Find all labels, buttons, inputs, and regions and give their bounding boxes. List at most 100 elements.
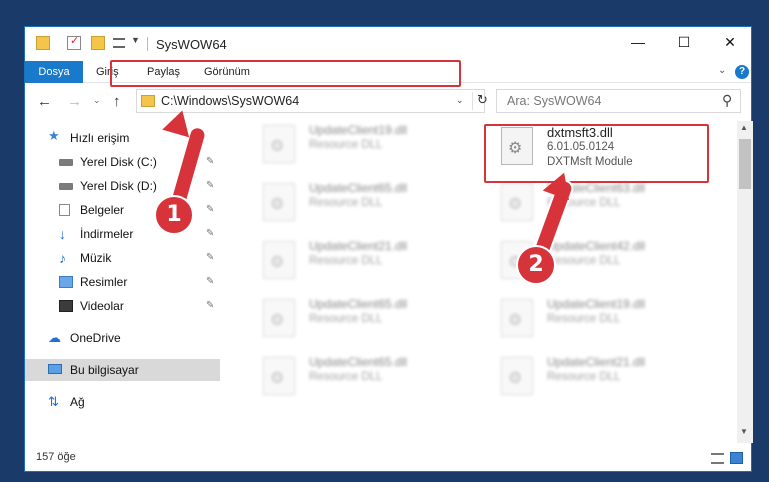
pin-icon[interactable]: ✎: [206, 151, 214, 173]
file-type: Resource DLL: [547, 313, 621, 325]
file-name: UpdateClient65.dll: [309, 297, 408, 311]
divider: [147, 37, 148, 51]
step-badge-2: 2: [516, 245, 556, 285]
file-name: UpdateClient65.dll: [309, 181, 408, 195]
file-item[interactable]: UpdateClient65.dll Resource DLL: [253, 353, 473, 401]
recent-locations-icon[interactable]: ⌄: [93, 95, 101, 106]
customize-toolbar-icon[interactable]: ▼: [131, 35, 141, 49]
status-bar: 157 öğe: [25, 447, 751, 471]
large-icons-view-icon[interactable]: [730, 452, 743, 464]
title-bar: ▼ SysWOW64 — ☐ ✕: [25, 27, 751, 61]
address-highlight-box: [110, 60, 461, 87]
file-type: Resource DLL: [309, 197, 383, 209]
expand-ribbon-icon[interactable]: ⌄: [718, 65, 726, 76]
dll-file-icon: [263, 357, 295, 395]
sidebar-item-downloads[interactable]: ↓ İndirmeler ✎: [25, 223, 220, 245]
file-item[interactable]: UpdateClient63.dll Resource DLL: [491, 179, 711, 227]
file-name: UpdateClient42.dll: [547, 239, 646, 253]
step-badge-1: 1: [154, 195, 194, 235]
navigation-bar: ← → ⌄ ↑ C:\Windows\SysWOW64 ⌄ ↻ Ara: Sys…: [25, 84, 751, 118]
download-icon: ↓: [59, 226, 66, 242]
star-icon: ★: [48, 128, 60, 143]
file-item[interactable]: UpdateClient21.dll Resource DLL: [253, 237, 473, 285]
network-icon: ⇅: [48, 394, 59, 409]
file-type: Resource DLL: [547, 371, 621, 383]
file-type: Resource DLL: [309, 139, 383, 151]
properties-icon[interactable]: [67, 34, 81, 50]
file-item[interactable]: UpdateClient19.dll Resource DLL: [253, 121, 473, 169]
help-icon[interactable]: ?: [735, 65, 749, 79]
sidebar-item-music[interactable]: ♪ Müzik ✎: [25, 247, 220, 269]
sidebar-item-label: Yerel Disk (D:): [80, 179, 157, 193]
dll-file-icon: [501, 183, 533, 221]
disk-icon: [59, 159, 73, 166]
address-bar[interactable]: C:\Windows\SysWOW64 ⌄ ↻: [136, 89, 488, 113]
forward-button[interactable]: →: [67, 93, 82, 110]
sidebar-item-label: Yerel Disk (C:): [80, 155, 157, 169]
close-button[interactable]: ✕: [707, 27, 753, 57]
sidebar-item-label: Ağ: [70, 395, 85, 409]
address-path[interactable]: C:\Windows\SysWOW64: [161, 94, 299, 108]
document-icon: [59, 204, 70, 216]
cloud-icon: ☁: [48, 330, 61, 345]
search-icon[interactable]: ⚲: [722, 92, 732, 109]
disk-icon: [59, 183, 73, 190]
file-type: Resource DLL: [309, 255, 383, 267]
pin-icon[interactable]: ✎: [206, 199, 214, 221]
search-input[interactable]: Ara: SysWOW64 ⚲: [496, 89, 741, 113]
file-item[interactable]: UpdateClient19.dll Resource DLL: [491, 295, 711, 343]
dll-file-icon: [263, 125, 295, 163]
maximize-button[interactable]: ☐: [661, 27, 707, 57]
sidebar-item-label: Bu bilgisayar: [70, 363, 139, 377]
refresh-button[interactable]: ↻: [472, 92, 492, 110]
new-folder-icon[interactable]: [91, 36, 105, 50]
dll-file-icon: [263, 241, 295, 279]
file-name: UpdateClient65.dll: [309, 355, 408, 369]
pin-icon[interactable]: ✎: [206, 223, 214, 245]
sidebar-item-label: Videolar: [80, 299, 124, 313]
file-item[interactable]: UpdateClient65.dll Resource DLL: [253, 179, 473, 227]
scrollbar-thumb[interactable]: [739, 139, 751, 189]
folder-icon: [36, 36, 50, 50]
pin-icon[interactable]: ✎: [206, 295, 214, 317]
sidebar-item-onedrive[interactable]: ☁ OneDrive: [25, 327, 220, 349]
file-type: Resource DLL: [309, 371, 383, 383]
music-icon: ♪: [59, 250, 66, 266]
folder-icon: [141, 95, 155, 107]
sidebar-item-videos[interactable]: Videolar ✎: [25, 295, 220, 317]
sidebar-item-label: Hızlı erişim: [70, 131, 130, 145]
back-button[interactable]: ←: [37, 93, 52, 110]
file-item[interactable]: UpdateClient21.dll Resource DLL: [491, 353, 711, 401]
file-name: UpdateClient21.dll: [547, 355, 646, 369]
details-view-icon[interactable]: [711, 453, 724, 464]
dll-file-icon: [501, 299, 533, 337]
file-item[interactable]: UpdateClient65.dll Resource DLL: [253, 295, 473, 343]
sidebar-item-label: Müzik: [80, 251, 112, 265]
file-type: Resource DLL: [547, 255, 621, 267]
sidebar-item-label: İndirmeler: [80, 227, 134, 241]
chevron-down-icon[interactable]: ⌄: [456, 95, 464, 106]
scroll-up-icon[interactable]: ▲: [740, 123, 748, 132]
sidebar-item-label: Resimler: [80, 275, 128, 289]
dll-file-icon: [501, 357, 533, 395]
pictures-icon: [59, 276, 73, 288]
window-title: SysWOW64: [156, 37, 227, 52]
pin-icon[interactable]: ✎: [206, 175, 214, 197]
vertical-scrollbar[interactable]: ▲ ▼: [737, 121, 753, 443]
tab-file[interactable]: Dosya: [25, 61, 83, 83]
search-placeholder: Ara: SysWOW64: [507, 94, 602, 108]
pin-icon[interactable]: ✎: [206, 271, 214, 293]
computer-icon: [48, 364, 62, 374]
scroll-down-icon[interactable]: ▼: [740, 427, 748, 436]
file-name: UpdateClient21.dll: [309, 239, 408, 253]
view-icon[interactable]: [113, 38, 125, 48]
sidebar-item-this-pc[interactable]: Bu bilgisayar: [25, 359, 220, 381]
sidebar-item-pictures[interactable]: Resimler ✎: [25, 271, 220, 293]
file-name: UpdateClient19.dll: [547, 297, 646, 311]
up-button[interactable]: ↑: [113, 93, 121, 110]
video-icon: [59, 300, 73, 312]
sidebar-item-network[interactable]: ⇅ Ağ: [25, 391, 220, 413]
file-type: Resource DLL: [309, 313, 383, 325]
minimize-button[interactable]: —: [615, 27, 661, 57]
pin-icon[interactable]: ✎: [206, 247, 214, 269]
